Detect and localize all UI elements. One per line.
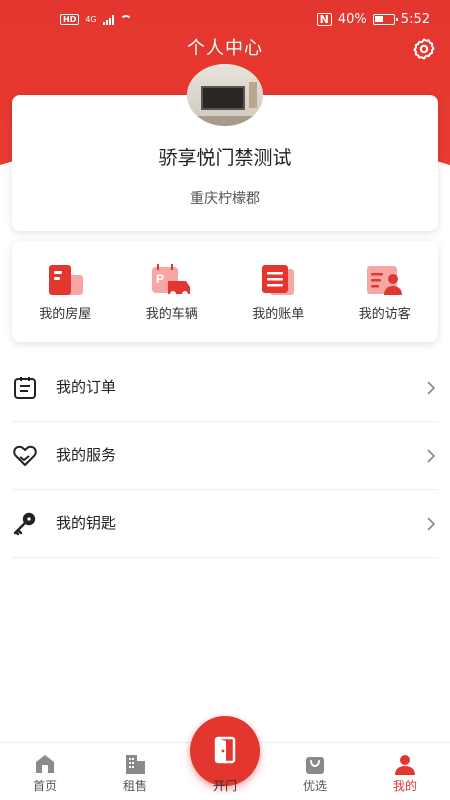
quick-action-my-visitor[interactable]: 我的访客: [332, 241, 439, 342]
nfc-icon: N: [316, 13, 332, 26]
menu-item-my-orders[interactable]: 我的订单: [12, 354, 438, 422]
page-title: 个人中心: [187, 38, 263, 59]
chevron-right-icon: [427, 517, 436, 531]
wifi-icon: [119, 14, 132, 25]
shopping-bag-icon: [306, 757, 324, 774]
quick-action-label: 我的房屋: [39, 307, 92, 322]
quick-action-label: 我的访客: [358, 307, 411, 322]
svg-text:P: P: [156, 272, 164, 286]
community-name[interactable]: 重庆柠檬郡: [12, 188, 438, 208]
person-icon: [395, 755, 415, 775]
key-icon: [13, 512, 36, 536]
quick-action-my-house[interactable]: 我的房屋: [12, 241, 119, 342]
battery-icon: [372, 14, 398, 25]
quick-action-my-vehicle[interactable]: P 我的车辆: [119, 241, 226, 342]
menu-item-label: 我的钥匙: [56, 514, 117, 532]
parking-car-icon: P: [151, 264, 190, 297]
network-type: 4G: [85, 15, 97, 24]
quick-actions-card: 我的房屋 P 我的车辆 我的账单 我的访客: [12, 241, 438, 342]
tab-rent-sale[interactable]: 租售: [90, 743, 180, 800]
menu-item-my-services[interactable]: 我的服务: [12, 422, 438, 490]
menu-item-my-keys[interactable]: 我的钥匙: [12, 490, 438, 558]
house-icon: [49, 265, 84, 295]
tab-selection[interactable]: 优选: [270, 743, 360, 800]
signal-icon: [102, 14, 114, 25]
quick-action-my-bill[interactable]: 我的账单: [225, 241, 332, 342]
open-door-button[interactable]: [190, 716, 260, 786]
tab-label: 首页: [32, 779, 57, 793]
quick-action-label: 我的账单: [252, 307, 305, 322]
order-clipboard-icon: [14, 377, 36, 399]
tab-label: 我的: [392, 779, 417, 793]
tab-mine[interactable]: 我的: [360, 743, 450, 800]
tab-label: 租售: [122, 779, 147, 793]
bill-icon: [262, 265, 295, 295]
building-icon: [126, 755, 145, 774]
hd-indicator: HD: [60, 14, 80, 25]
menu-list: 我的订单 我的服务 我的钥匙: [0, 354, 450, 558]
clock: 5:52: [400, 12, 430, 27]
heart-hand-icon: [13, 445, 37, 466]
visitor-icon: [366, 266, 402, 295]
avatar[interactable]: [187, 64, 263, 126]
tab-label: 优选: [302, 779, 327, 793]
door-icon: [214, 736, 236, 764]
menu-item-label: 我的服务: [56, 446, 117, 464]
home-icon: [36, 755, 54, 773]
user-name: 骄享悦门禁测试: [158, 147, 292, 169]
battery-percent: 40%: [337, 12, 367, 27]
open-door-label: 开门: [212, 779, 237, 793]
chevron-right-icon: [427, 449, 436, 463]
gear-icon[interactable]: [412, 37, 436, 61]
quick-action-label: 我的车辆: [145, 307, 198, 322]
menu-item-label: 我的订单: [56, 378, 117, 396]
tab-home[interactable]: 首页: [0, 743, 90, 800]
chevron-right-icon: [427, 381, 436, 395]
